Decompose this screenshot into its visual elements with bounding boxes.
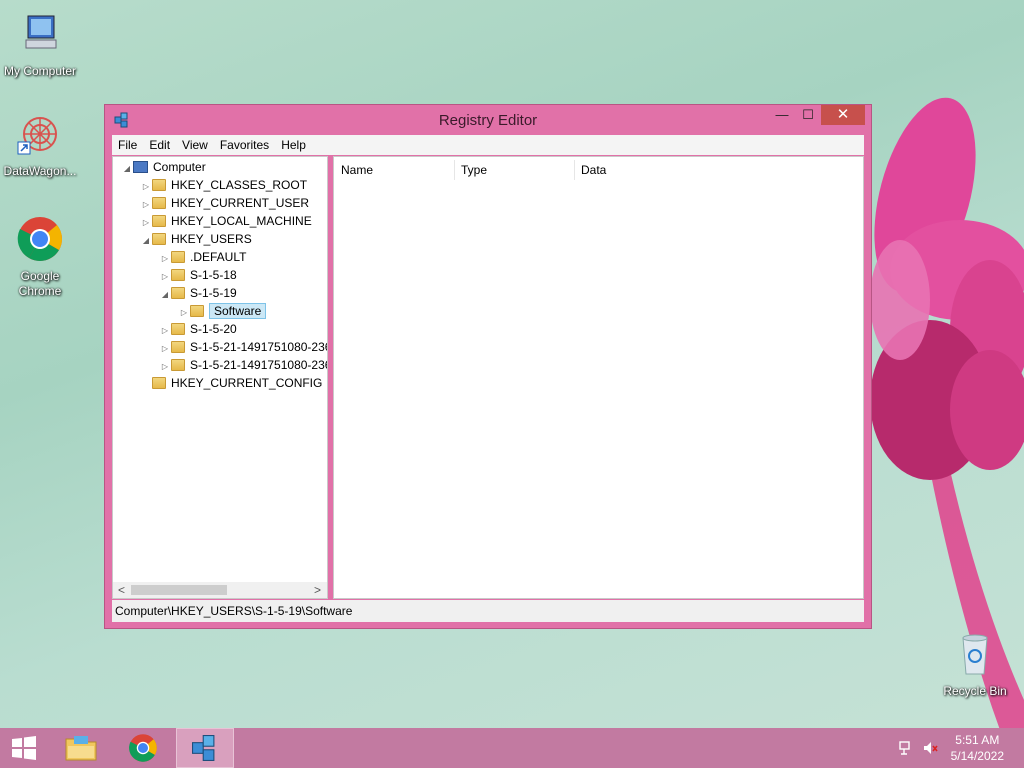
taskbar-file-explorer[interactable] (56, 728, 106, 768)
window-title: Registry Editor (438, 112, 538, 129)
tree-item-hkey-classes-root[interactable]: ▷ HKEY_CLASSES_ROOT (140, 176, 307, 194)
folder-icon (171, 359, 185, 371)
tree-item-label: S-1-5-21-1491751080-236 (190, 340, 328, 354)
registry-editor-window[interactable]: Registry Editor — ☐ ✕ File Edit View Favori… (104, 104, 872, 629)
minimize-button[interactable]: — (769, 105, 795, 125)
title-bar[interactable]: Registry Editor — ☐ ✕ (105, 105, 871, 135)
collapse-arrow-icon[interactable]: ◢ (121, 160, 133, 178)
tree-item-s-1-5-19[interactable]: ◢ S-1-5-19 (159, 284, 237, 302)
taskbar-registry-editor[interactable] (176, 728, 234, 768)
menu-favorites[interactable]: Favorites (214, 135, 275, 156)
maximize-button[interactable]: ☐ (795, 105, 821, 125)
tree-item-label: .DEFAULT (190, 250, 247, 264)
folder-icon (171, 341, 185, 353)
desktop-icon-google-chrome[interactable]: Google Chrome (0, 215, 80, 299)
windows-logo-icon (12, 736, 36, 760)
tree-item-hkey-local-machine[interactable]: ▷ HKEY_LOCAL_MACHINE (140, 212, 312, 230)
tree-item-default[interactable]: ▷ .DEFAULT (159, 248, 247, 266)
column-header-name[interactable]: Name (341, 161, 373, 179)
folder-icon (171, 251, 185, 263)
tree-item-s-1-5-21-a[interactable]: ▷ S-1-5-21-1491751080-236 (159, 338, 328, 356)
speaker-muted-icon[interactable] (922, 740, 938, 756)
status-bar: Computer\HKEY_USERS\S-1-5-19\Software (112, 600, 864, 622)
collapse-arrow-icon[interactable]: ◢ (140, 232, 152, 250)
tree-item-label: HKEY_CLASSES_ROOT (171, 178, 308, 192)
folder-icon (152, 377, 166, 389)
start-button[interactable] (0, 728, 48, 768)
folder-icon (190, 305, 204, 317)
folder-icon (171, 269, 185, 281)
menu-bar: File Edit View Favorites Help (112, 135, 864, 155)
chrome-icon (17, 217, 63, 261)
menu-view[interactable]: View (176, 135, 214, 156)
desktop-icon-label: Google Chrome (18, 269, 62, 298)
tree-item-hkey-current-user[interactable]: ▷ HKEY_CURRENT_USER (140, 194, 309, 212)
tree-item-label: Software (209, 303, 267, 319)
tree-item-label: Computer (153, 160, 206, 174)
scroll-left-arrow-icon[interactable]: < (118, 582, 125, 598)
close-button[interactable]: ✕ (821, 105, 865, 125)
clock-date: 5/14/2022 (950, 749, 1004, 763)
desktop-icon-recycle-bin[interactable]: Recycle Bin (935, 630, 1015, 699)
file-explorer-icon (65, 736, 97, 761)
tree-item-s-1-5-20[interactable]: ▷ S-1-5-20 (159, 320, 237, 338)
tree-item-label: HKEY_USERS (171, 232, 252, 246)
column-header-data[interactable]: Data (581, 161, 606, 179)
tree-item-hkey-current-config[interactable]: HKEY_CURRENT_CONFIG (140, 374, 322, 392)
tree-item-label: S-1-5-21-1491751080-236 (190, 358, 328, 372)
column-divider[interactable] (454, 160, 455, 180)
chrome-icon (129, 734, 157, 762)
computer-icon (133, 161, 148, 173)
menu-file[interactable]: File (112, 135, 143, 156)
desktop-icon-label: DataWagon... (3, 164, 77, 178)
menu-help[interactable]: Help (275, 135, 312, 156)
tree-item-software[interactable]: ▷ Software (178, 302, 267, 320)
system-clock[interactable]: 5:51 AM 5/14/2022 (951, 732, 1004, 764)
taskbar: 5:51 AM 5/14/2022 (0, 728, 1024, 768)
tree-item-label: S-1-5-20 (190, 322, 237, 336)
column-header-type[interactable]: Type (461, 161, 487, 179)
tree-item-label: S-1-5-18 (190, 268, 237, 282)
folder-open-icon (152, 233, 166, 245)
network-icon[interactable] (898, 740, 914, 756)
folder-icon (152, 197, 166, 209)
tree-item-hkey-users[interactable]: ◢ HKEY_USERS (140, 230, 252, 248)
collapse-arrow-icon[interactable]: ◢ (159, 286, 171, 304)
folder-icon (152, 179, 166, 191)
values-list[interactable]: Name Type Data (333, 156, 864, 599)
folder-icon (171, 323, 185, 335)
datawagon-icon (17, 117, 57, 155)
desktop-icon-label: My Computer (3, 64, 77, 78)
tree-item-label: HKEY_CURRENT_USER (171, 196, 310, 210)
menu-edit[interactable]: Edit (143, 135, 176, 156)
computer-icon (25, 15, 57, 49)
taskbar-google-chrome[interactable] (118, 728, 168, 768)
desktop-icon-datawagon[interactable]: DataWagon... (0, 110, 80, 179)
registry-editor-icon (192, 735, 215, 761)
clock-time: 5:51 AM (955, 733, 1000, 747)
desktop-icon-my-computer[interactable]: My Computer (0, 10, 80, 79)
tree-item-computer[interactable]: ◢ Computer (121, 158, 206, 176)
scroll-thumb[interactable] (131, 585, 227, 595)
recycle-bin-icon (962, 634, 988, 675)
desktop-icon-label: Recycle Bin (943, 684, 1007, 698)
registry-tree[interactable]: ◢ Computer ▷ HKEY_CLASSES_ROOT ▷ HKEY_CURRE… (112, 156, 328, 599)
horizontal-scrollbar[interactable]: < > (113, 582, 327, 598)
folder-open-icon (171, 287, 185, 299)
tree-item-label: HKEY_CURRENT_CONFIG (171, 376, 323, 390)
tree-item-label: S-1-5-19 (190, 286, 237, 300)
tree-item-label: HKEY_LOCAL_MACHINE (171, 214, 312, 228)
tree-item-s-1-5-18[interactable]: ▷ S-1-5-18 (159, 266, 237, 284)
scroll-right-arrow-icon[interactable]: > (314, 582, 321, 598)
column-divider[interactable] (574, 160, 575, 180)
folder-icon (152, 215, 166, 227)
tree-item-s-1-5-21-b[interactable]: ▷ S-1-5-21-1491751080-236 (159, 356, 328, 374)
